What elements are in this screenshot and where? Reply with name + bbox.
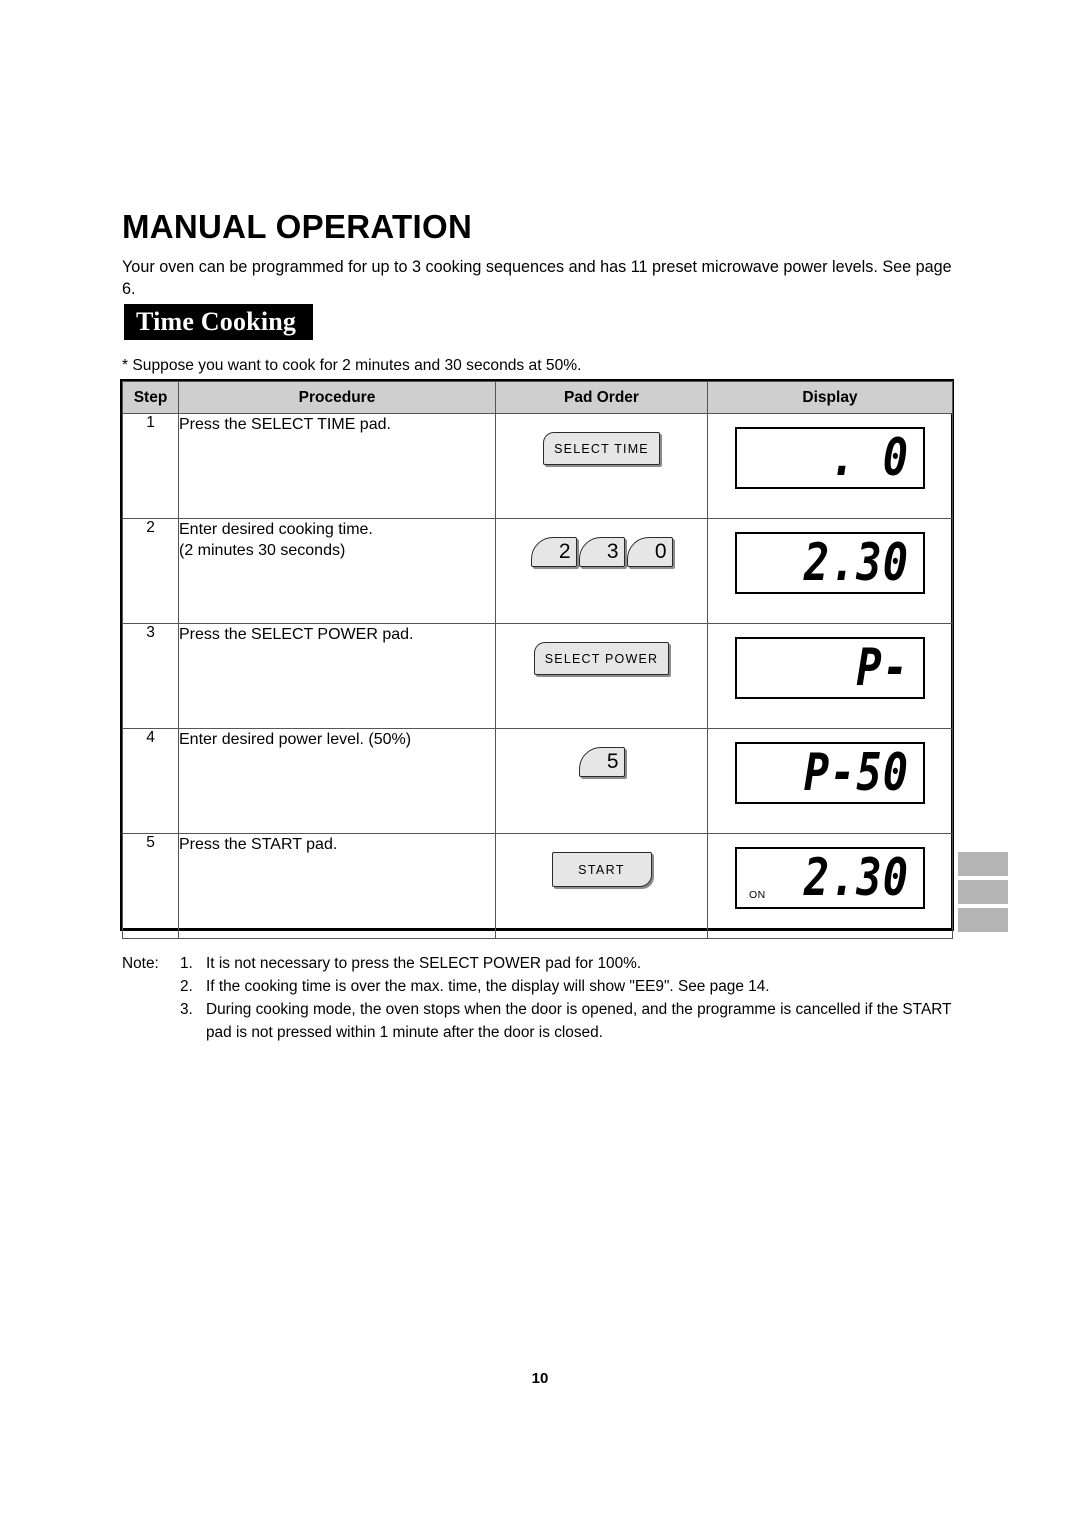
edge-tab-marker <box>958 852 1008 876</box>
step-number: 4 <box>122 728 179 834</box>
step-number: 1 <box>122 413 179 519</box>
page-title: MANUAL OPERATION <box>122 208 473 246</box>
procedure-cell: Press the SELECT TIME pad. <box>178 413 496 519</box>
notes-label-spacer <box>122 975 180 998</box>
number-pad-3[interactable]: 3 <box>578 537 625 567</box>
pad-order-cell: SELECT POWER <box>495 623 708 729</box>
note-number: 2. <box>180 978 193 995</box>
table-row: 2 Enter desired cooking time. (2 minutes… <box>122 518 953 624</box>
procedure-cell: Enter desired cooking time. (2 minutes 3… <box>178 518 496 624</box>
step-number: 2 <box>122 518 179 624</box>
lcd-digits: 2.30 <box>803 532 909 593</box>
pad-order-cell: START <box>495 833 708 939</box>
number-pad-5[interactable]: 5 <box>578 747 625 777</box>
note-text: If the cooking time is over the max. tim… <box>206 978 770 995</box>
intro-paragraph: Your oven can be programmed for up to 3 … <box>122 258 952 299</box>
page-number: 10 <box>531 1370 549 1387</box>
procedure-line: Press the SELECT POWER pad. <box>179 626 414 643</box>
column-header-procedure: Procedure <box>178 381 496 414</box>
lcd-display: . 0 <box>735 427 925 489</box>
pad-order-cell: 5 <box>495 728 708 834</box>
section-banner: Time Cooking <box>124 304 313 340</box>
procedure-cell: Press the START pad. <box>178 833 496 939</box>
pad-order-cell: SELECT TIME <box>495 413 708 519</box>
manual-page: MANUAL OPERATION Your oven can be progra… <box>0 0 1080 1528</box>
edge-tab-markers <box>958 852 1008 936</box>
pad-order-cell: 2 3 0 <box>495 518 708 624</box>
display-cell: 2.30 <box>707 518 953 624</box>
note-continuation: pad is not pressed within 1 minute after… <box>206 1024 603 1041</box>
procedure-cell: Press the SELECT POWER pad. <box>178 623 496 729</box>
lcd-display: P-50 <box>735 742 925 804</box>
procedure-line-secondary: (2 minutes 30 seconds) <box>179 542 346 559</box>
notes-label: Note: <box>122 955 159 972</box>
table-header-row: Step Procedure Pad Order Display <box>122 381 953 414</box>
number-pad-2[interactable]: 2 <box>530 537 577 567</box>
procedure-line: Press the START pad. <box>179 836 338 853</box>
edge-tab-marker <box>958 880 1008 904</box>
table-row: 4 Enter desired power level. (50%) 5 P-5… <box>122 728 953 834</box>
number-pad-0[interactable]: 0 <box>626 537 673 567</box>
lcd-digits: P- <box>856 637 909 698</box>
table-row: 5 Press the START pad. START ON 2.30 <box>122 833 953 939</box>
lcd-digits: P-50 <box>803 742 909 803</box>
procedure-line: Enter desired cooking time. <box>179 521 373 538</box>
lcd-digits: 2.30 <box>803 847 909 908</box>
column-header-step: Step <box>122 381 179 414</box>
notes-label-spacer <box>122 998 180 1021</box>
edge-tab-marker <box>958 908 1008 932</box>
select-time-pad[interactable]: SELECT TIME <box>543 432 660 465</box>
lcd-on-indicator: ON <box>749 889 766 901</box>
note-text: During cooking mode, the oven stops when… <box>206 1001 952 1018</box>
note-item: 2. If the cooking time is over the max. … <box>122 975 962 998</box>
note-item: 3. During cooking mode, the oven stops w… <box>122 998 962 1021</box>
note-item: Note: 1. It is not necessary to press th… <box>122 952 962 975</box>
select-power-pad[interactable]: SELECT POWER <box>533 642 670 675</box>
display-cell: P-50 <box>707 728 953 834</box>
procedure-line: Enter desired power level. (50%) <box>179 731 412 748</box>
column-header-display: Display <box>707 381 953 414</box>
example-line: * Suppose you want to cook for 2 minutes… <box>122 357 582 374</box>
step-number: 5 <box>122 833 179 939</box>
note-number: 1. <box>180 955 193 972</box>
display-cell: P- <box>707 623 953 729</box>
lcd-display: ON 2.30 <box>735 847 925 909</box>
procedure-table: Step Procedure Pad Order Display 1 Press… <box>122 381 953 939</box>
display-cell: . 0 <box>707 413 953 519</box>
note-text: It is not necessary to press the SELECT … <box>206 955 642 972</box>
lcd-digits: . 0 <box>830 427 909 488</box>
table-row: 3 Press the SELECT POWER pad. SELECT POW… <box>122 623 953 729</box>
procedure-cell: Enter desired power level. (50%) <box>178 728 496 834</box>
notes-block: Note: 1. It is not necessary to press th… <box>122 952 962 1044</box>
column-header-pad-order: Pad Order <box>495 381 708 414</box>
procedure-line: Press the SELECT TIME pad. <box>179 416 391 433</box>
display-cell: ON 2.30 <box>707 833 953 939</box>
lcd-display: 2.30 <box>735 532 925 594</box>
step-number: 3 <box>122 623 179 729</box>
note-number: 3. <box>180 1001 193 1018</box>
section-banner-label: Time Cooking <box>136 307 297 336</box>
table-row: 1 Press the SELECT TIME pad. SELECT TIME… <box>122 413 953 519</box>
start-pad[interactable]: START <box>551 852 652 887</box>
lcd-display: P- <box>735 637 925 699</box>
